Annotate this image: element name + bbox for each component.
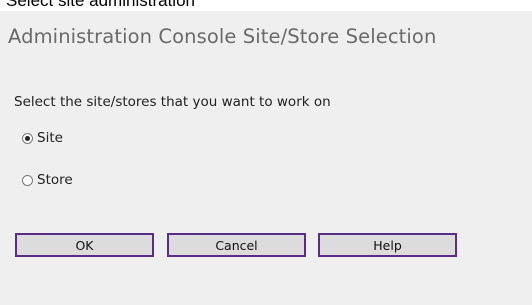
- page: Select site administration Administratio…: [0, 0, 532, 305]
- help-button[interactable]: Help: [318, 233, 457, 257]
- radio-button-site[interactable]: [22, 132, 33, 144]
- radio-button-store[interactable]: [22, 174, 33, 186]
- instruction-text: Select the site/stores that you want to …: [14, 94, 331, 110]
- window-caption: Select site administration: [6, 0, 195, 10]
- radio-label-store: Store: [37, 172, 73, 188]
- radio-option-site[interactable]: Site: [22, 130, 63, 146]
- radio-label-site: Site: [37, 130, 63, 146]
- cancel-button[interactable]: Cancel: [167, 233, 306, 257]
- page-title: Administration Console Site/Store Select…: [8, 25, 437, 48]
- radio-option-store[interactable]: Store: [22, 172, 73, 188]
- ok-button[interactable]: OK: [15, 233, 154, 257]
- selection-panel: Administration Console Site/Store Select…: [0, 11, 532, 305]
